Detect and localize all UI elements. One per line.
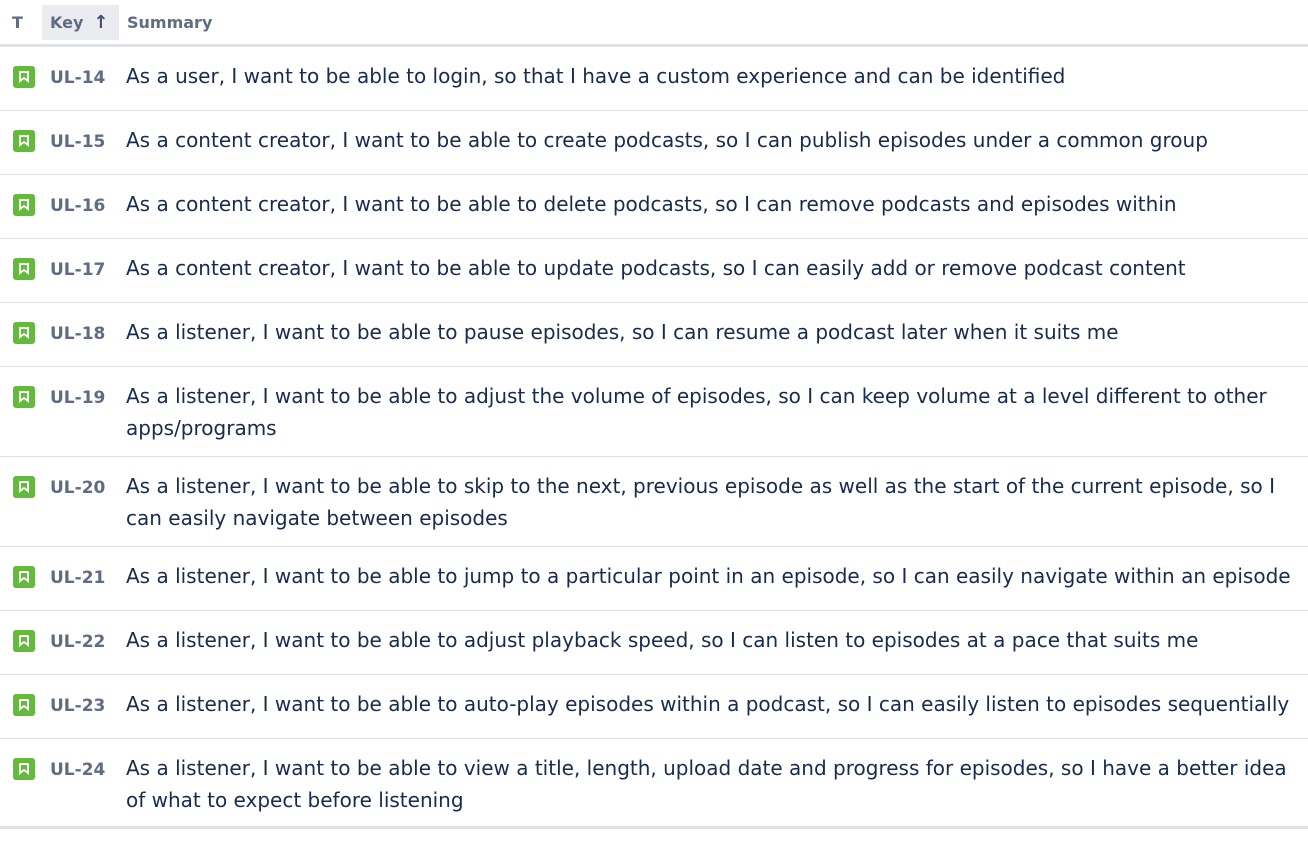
- story-icon: [13, 322, 35, 344]
- issue-key-link[interactable]: UL-14: [42, 47, 119, 88]
- issue-type-cell: [0, 675, 42, 716]
- table-row[interactable]: UL-16 As a content creator, I want to be …: [0, 175, 1308, 239]
- column-header-type[interactable]: T: [0, 0, 42, 44]
- story-icon: [13, 130, 35, 152]
- sort-ascending-icon: ↑: [93, 12, 109, 33]
- issue-type-cell: [0, 611, 42, 652]
- story-icon: [13, 630, 35, 652]
- issue-summary[interactable]: As a listener, I want to be able to auto…: [119, 671, 1308, 720]
- issue-summary[interactable]: As a user, I want to be able to login, s…: [119, 43, 1308, 92]
- issue-summary[interactable]: As a listener, I want to be able to skip…: [119, 453, 1308, 534]
- issue-key-link[interactable]: UL-15: [42, 111, 119, 152]
- story-icon: [13, 258, 35, 280]
- issue-type-cell: [0, 547, 42, 588]
- table-row[interactable]: UL-17 As a content creator, I want to be …: [0, 239, 1308, 303]
- issue-type-cell: [0, 739, 42, 780]
- column-header-summary[interactable]: Summary: [119, 0, 212, 44]
- table-row[interactable]: UL-22 As a listener, I want to be able to…: [0, 611, 1308, 675]
- issue-type-cell: [0, 47, 42, 88]
- table-row[interactable]: UL-15 As a content creator, I want to be …: [0, 111, 1308, 175]
- issue-key-link[interactable]: UL-17: [42, 239, 119, 280]
- story-icon: [13, 194, 35, 216]
- issue-summary[interactable]: As a content creator, I want to be able …: [119, 171, 1308, 220]
- table-row[interactable]: UL-23 As a listener, I want to be able to…: [0, 675, 1308, 739]
- issue-key-link[interactable]: UL-22: [42, 611, 119, 652]
- table-row[interactable]: UL-14 As a user, I want to be able to log…: [0, 47, 1308, 111]
- story-icon: [13, 476, 35, 498]
- issue-type-cell: [0, 175, 42, 216]
- table-row[interactable]: UL-18 As a listener, I want to be able to…: [0, 303, 1308, 367]
- story-icon: [13, 566, 35, 588]
- issue-key-link[interactable]: UL-23: [42, 675, 119, 716]
- table-body: UL-14 As a user, I want to be able to log…: [0, 47, 1308, 829]
- issues-table: T Key ↑ Summary UL-14 As a user, I want t…: [0, 0, 1308, 829]
- issue-summary[interactable]: As a content creator, I want to be able …: [119, 235, 1308, 284]
- issue-type-cell: [0, 457, 42, 498]
- issue-summary[interactable]: As a listener, I want to be able to adju…: [119, 363, 1308, 444]
- issue-key-link[interactable]: UL-24: [42, 739, 119, 780]
- issue-type-cell: [0, 111, 42, 152]
- story-icon: [13, 66, 35, 88]
- issue-key-link[interactable]: UL-19: [42, 367, 119, 408]
- table-row[interactable]: UL-21 As a listener, I want to be able to…: [0, 547, 1308, 611]
- issue-type-cell: [0, 239, 42, 280]
- story-icon: [13, 694, 35, 716]
- table-row[interactable]: UL-20 As a listener, I want to be able to…: [0, 457, 1308, 547]
- table-header: T Key ↑ Summary: [0, 0, 1308, 47]
- issue-type-cell: [0, 303, 42, 344]
- table-row[interactable]: UL-19 As a listener, I want to be able to…: [0, 367, 1308, 457]
- issue-summary[interactable]: As a content creator, I want to be able …: [119, 107, 1308, 156]
- issue-summary[interactable]: As a listener, I want to be able to view…: [119, 735, 1308, 816]
- issue-summary[interactable]: As a listener, I want to be able to jump…: [119, 543, 1308, 592]
- issue-key-link[interactable]: UL-16: [42, 175, 119, 216]
- issue-key-link[interactable]: UL-21: [42, 547, 119, 588]
- issue-key-link[interactable]: UL-20: [42, 457, 119, 498]
- column-header-key[interactable]: Key ↑: [42, 5, 119, 40]
- column-header-key-label: Key: [50, 13, 84, 32]
- story-icon: [13, 386, 35, 408]
- story-icon: [13, 758, 35, 780]
- issue-type-cell: [0, 367, 42, 408]
- table-row[interactable]: UL-24 As a listener, I want to be able to…: [0, 739, 1308, 829]
- issue-key-link[interactable]: UL-18: [42, 303, 119, 344]
- issue-summary[interactable]: As a listener, I want to be able to paus…: [119, 299, 1308, 348]
- issue-summary[interactable]: As a listener, I want to be able to adju…: [119, 607, 1308, 656]
